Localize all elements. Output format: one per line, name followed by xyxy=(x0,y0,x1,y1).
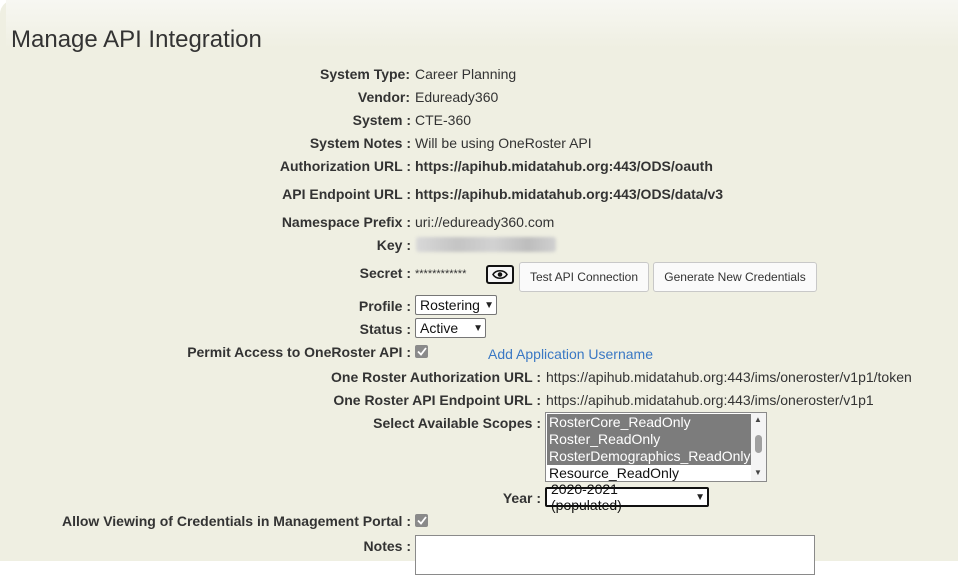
scroll-down-icon[interactable]: ▼ xyxy=(754,469,762,477)
chevron-down-icon: ▼ xyxy=(484,299,494,311)
scrollbar-thumb[interactable] xyxy=(755,435,762,453)
checkmark-icon xyxy=(416,347,427,356)
namespace-prefix-value: uri://eduready360.com xyxy=(415,214,555,230)
allow-viewing-checkbox[interactable] xyxy=(415,514,428,527)
scope-option[interactable]: RosterCore_ReadOnly xyxy=(547,414,751,431)
checkmark-icon xyxy=(416,516,427,525)
scopes-scrollbar[interactable]: ▲ ▼ xyxy=(751,413,766,481)
scope-option[interactable]: RosterDemographics_ReadOnly xyxy=(547,448,751,465)
year-select-value: 2020-2021 (populated) xyxy=(551,481,622,513)
system-value: CTE-360 xyxy=(415,112,472,128)
namespace-prefix-label: Namespace Prefix : xyxy=(281,214,411,230)
scope-option[interactable]: Roster_ReadOnly xyxy=(547,431,751,448)
scope-option[interactable]: Resource_ReadOnly xyxy=(547,465,751,481)
system-notes-label: System Notes : xyxy=(309,135,411,151)
secret-value: ************ xyxy=(415,268,467,280)
profile-label: Profile : xyxy=(358,298,411,314)
key-value-redacted xyxy=(416,237,556,252)
api-endpoint-url-label: API Endpoint URL : xyxy=(282,186,411,202)
status-select-value: Active xyxy=(420,320,459,336)
year-label: Year : xyxy=(502,490,541,506)
permit-access-label: Permit Access to OneRoster API : xyxy=(187,344,411,360)
profile-select-value: Rostering xyxy=(420,297,480,313)
test-api-connection-button[interactable]: Test API Connection xyxy=(519,262,649,292)
page-title: Manage API Integration xyxy=(11,26,262,53)
notes-label: Notes : xyxy=(363,538,411,554)
oneroster-endpoint-url-value: https://apihub.midatahub.org:443/ims/one… xyxy=(546,392,874,408)
vendor-label: Vendor: xyxy=(357,89,410,105)
scopes-listbox[interactable]: RosterCore_ReadOnly Roster_ReadOnly Rost… xyxy=(545,412,767,482)
system-type-value: Career Planning xyxy=(415,66,517,82)
key-label: Key : xyxy=(376,237,411,253)
add-application-username-link[interactable]: Add Application Username xyxy=(488,346,653,362)
authorization-url-label: Authorization URL : xyxy=(279,158,411,174)
oneroster-endpoint-url-label: One Roster API Endpoint URL : xyxy=(333,392,541,408)
authorization-url-value: https://apihub.midatahub.org:443/ODS/oau… xyxy=(415,158,713,174)
scroll-up-icon[interactable]: ▲ xyxy=(754,416,762,424)
scopes-label: Select Available Scopes : xyxy=(373,415,541,431)
chevron-down-icon: ▼ xyxy=(695,491,705,503)
system-type-label: System Type: xyxy=(320,66,410,82)
status-select[interactable]: Active ▼ xyxy=(415,318,486,338)
permit-access-checkbox[interactable] xyxy=(415,345,428,358)
reveal-secret-button[interactable] xyxy=(486,265,514,284)
system-notes-value: Will be using OneRoster API xyxy=(415,135,592,151)
eye-icon xyxy=(492,269,508,280)
notes-textarea[interactable] xyxy=(415,535,815,575)
status-label: Status : xyxy=(359,321,411,337)
year-select[interactable]: 2020-2021 (populated) ▼ xyxy=(545,481,709,513)
generate-new-credentials-button[interactable]: Generate New Credentials xyxy=(653,262,817,292)
secret-label: Secret : xyxy=(359,265,411,281)
chevron-down-icon: ▼ xyxy=(473,322,483,334)
vendor-value: Eduready360 xyxy=(415,89,499,105)
oneroster-auth-url-value: https://apihub.midatahub.org:443/ims/one… xyxy=(546,369,912,385)
allow-viewing-label: Allow Viewing of Credentials in Manageme… xyxy=(61,513,411,529)
api-endpoint-url-value: https://apihub.midatahub.org:443/ODS/dat… xyxy=(415,186,724,202)
oneroster-auth-url-label: One Roster Authorization URL : xyxy=(331,369,541,385)
profile-select[interactable]: Rostering ▼ xyxy=(415,295,497,315)
system-label: System : xyxy=(352,112,411,128)
